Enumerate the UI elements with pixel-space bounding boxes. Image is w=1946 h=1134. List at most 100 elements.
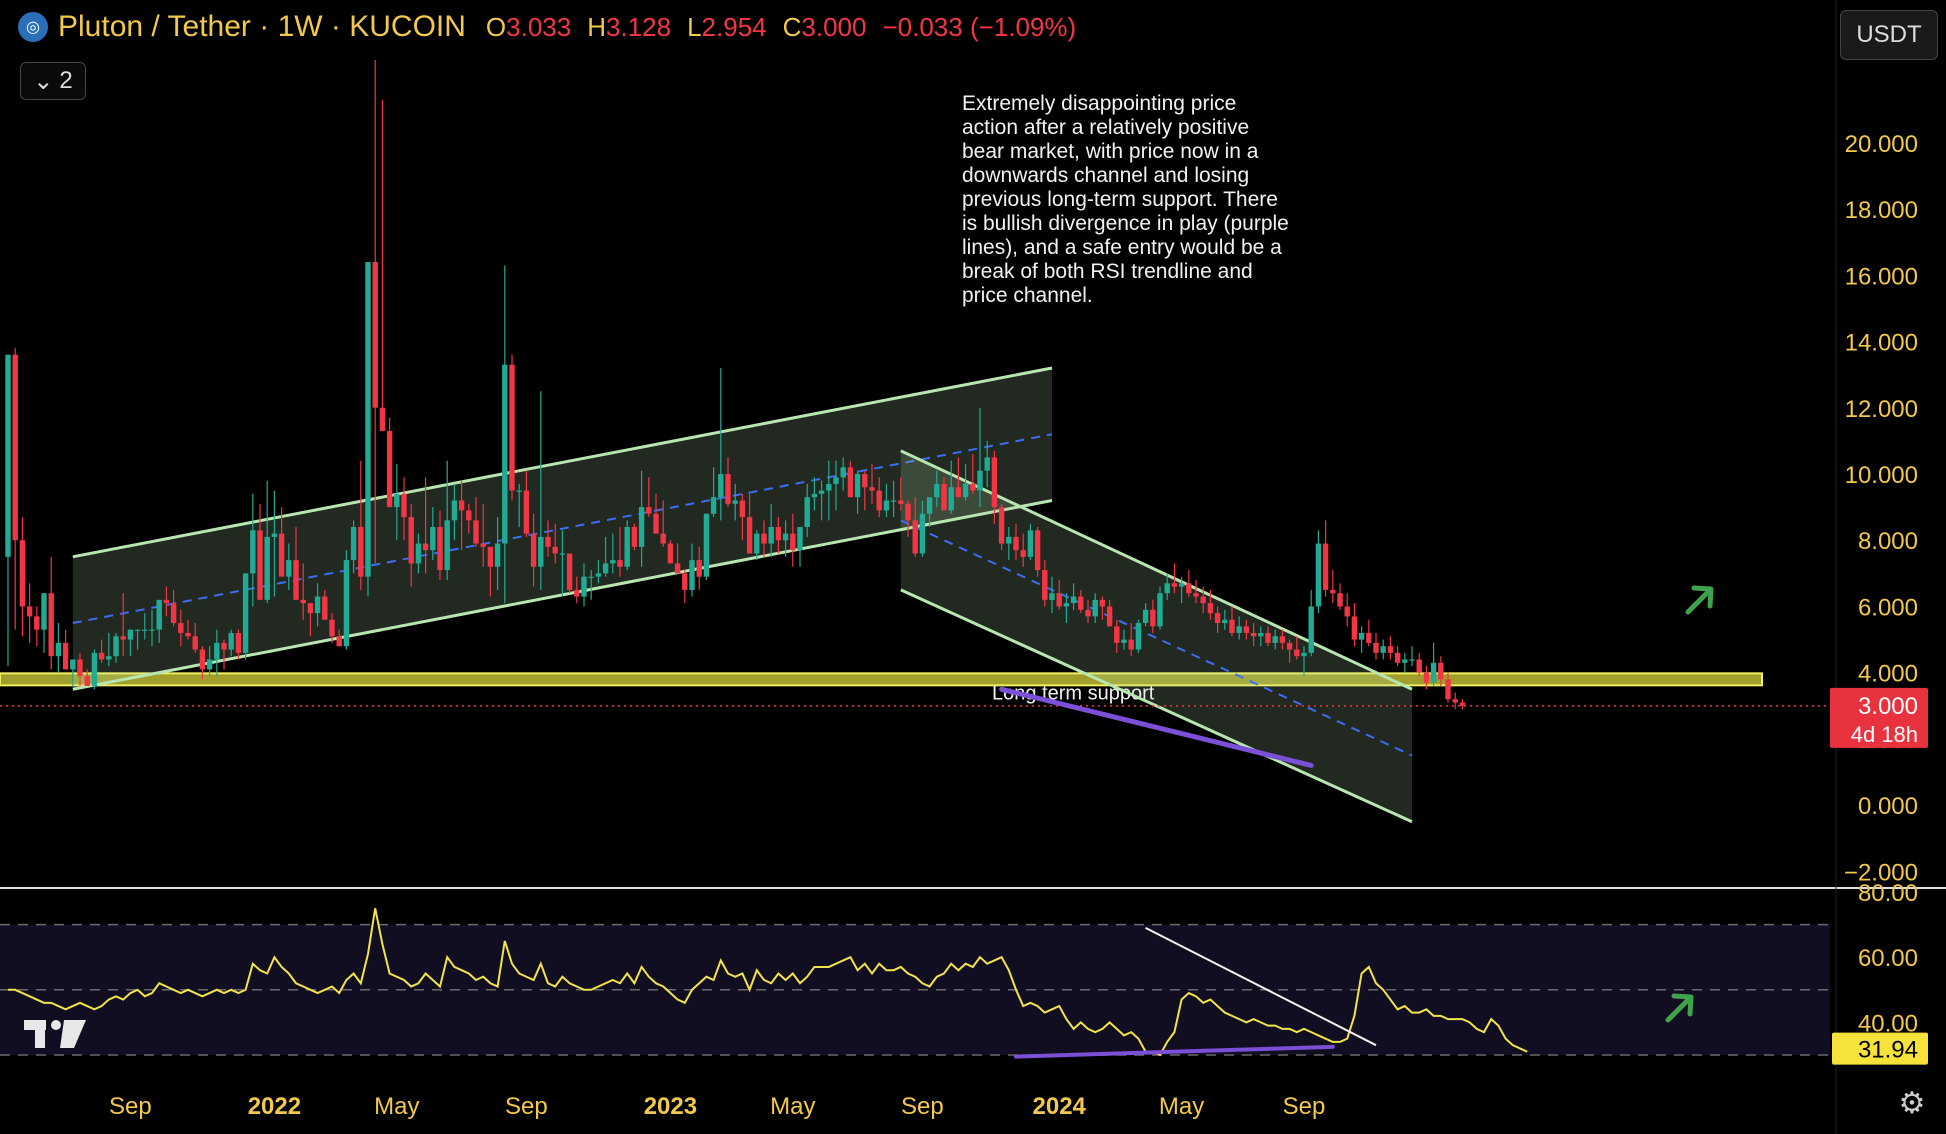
candle-body xyxy=(206,659,213,670)
candle-body xyxy=(955,487,962,498)
candle-body xyxy=(502,364,508,544)
last-price-value: 3.000 xyxy=(1858,693,1918,720)
candle-body xyxy=(1150,609,1156,627)
price-tick-label: 16.000 xyxy=(1845,263,1918,290)
candle-body xyxy=(77,659,83,677)
candle-body xyxy=(552,546,558,554)
candle-body xyxy=(1366,632,1372,643)
symbol-header: ◎ Pluton / Tether · 1W · KUCOIN O3.033 H… xyxy=(18,10,1076,44)
candle-body xyxy=(466,510,472,521)
candle-body xyxy=(343,560,350,647)
candle-body xyxy=(746,517,753,554)
candle-body xyxy=(1308,606,1314,653)
candle-body xyxy=(1222,619,1228,624)
candle-body xyxy=(1294,649,1300,657)
candle-body xyxy=(595,573,602,577)
candle-body xyxy=(977,470,983,491)
candle-body xyxy=(199,649,206,670)
candle-body xyxy=(1142,609,1149,624)
candle-body xyxy=(797,526,803,551)
candle-body xyxy=(286,560,292,577)
candle-body xyxy=(358,526,364,577)
candle-body xyxy=(638,507,645,547)
candle-body xyxy=(696,560,702,577)
candle-body xyxy=(242,573,249,653)
candle-body xyxy=(235,632,242,653)
candle-body xyxy=(926,497,933,514)
candle-body xyxy=(818,490,825,494)
candle-body xyxy=(1272,636,1278,643)
candle-body xyxy=(1085,609,1091,617)
candle-body xyxy=(883,500,890,511)
last-price-countdown: 4d 18h xyxy=(1851,722,1918,747)
candle-body xyxy=(41,593,47,630)
candle-body xyxy=(574,589,580,597)
candle-body xyxy=(178,623,184,633)
candle-body xyxy=(689,560,695,590)
candle-body xyxy=(120,636,126,640)
candle-body xyxy=(998,507,1005,544)
candle-body xyxy=(1402,659,1408,663)
x-tick-label: May xyxy=(770,1093,815,1120)
candle-body xyxy=(257,530,263,600)
candle-body xyxy=(473,520,479,544)
candle-body xyxy=(1164,583,1170,594)
candle-body xyxy=(991,457,998,508)
candle-body xyxy=(1243,626,1250,633)
candle-body xyxy=(1034,530,1041,571)
candle-body xyxy=(106,656,112,660)
candle-body xyxy=(588,576,594,578)
candle-body xyxy=(1171,583,1178,587)
open-value: O3.033 xyxy=(485,11,572,42)
high-value: H3.128 xyxy=(587,11,672,42)
candle-body xyxy=(1438,662,1444,680)
candle-body xyxy=(674,563,681,574)
candle-body xyxy=(1106,606,1113,627)
candle-body xyxy=(898,500,904,504)
candle-body xyxy=(142,629,148,631)
candle-body xyxy=(458,500,465,511)
price-tick-label: 6.000 xyxy=(1858,594,1918,621)
candle-body xyxy=(185,632,191,637)
candle-body xyxy=(415,543,422,564)
candle-body xyxy=(98,652,105,660)
candle-body xyxy=(1286,642,1293,650)
candle-body xyxy=(401,493,407,518)
candle-body xyxy=(1157,593,1163,627)
candle-body xyxy=(156,599,162,630)
candle-body xyxy=(278,533,285,577)
candle-body xyxy=(372,262,378,408)
candle-body xyxy=(970,483,976,491)
candle-body xyxy=(1042,570,1048,600)
x-tick-label: 2024 xyxy=(1033,1093,1087,1120)
settings-gear-icon[interactable]: ⚙ xyxy=(1896,1088,1928,1120)
indicator-count: 2 xyxy=(59,67,73,94)
candle-body xyxy=(26,606,33,617)
candle-body xyxy=(775,526,782,541)
currency-button[interactable]: USDT xyxy=(1840,10,1938,60)
candle-body xyxy=(1301,652,1307,657)
candle-body xyxy=(293,560,299,600)
candle-body xyxy=(1020,550,1026,557)
candle-body xyxy=(653,513,659,534)
candle-body xyxy=(509,364,515,491)
indicator-legend-toggle[interactable]: ⌄ 2 xyxy=(20,62,86,100)
candle-body xyxy=(329,619,335,637)
candle-body xyxy=(754,533,760,554)
candle-body xyxy=(1279,636,1286,643)
candle-body xyxy=(732,500,738,504)
candle-body xyxy=(1013,536,1019,551)
candle-body xyxy=(1092,599,1098,617)
candle-body xyxy=(1315,543,1322,607)
candle-body xyxy=(34,616,40,630)
symbol-title[interactable]: Pluton / Tether · 1W · KUCOIN xyxy=(58,10,466,44)
candle-body xyxy=(1027,530,1034,557)
price-tick-label: 14.000 xyxy=(1845,330,1918,357)
candle-body xyxy=(1330,589,1336,594)
candle-body xyxy=(854,474,861,498)
candle-body xyxy=(523,490,530,534)
candle-body xyxy=(1236,626,1242,633)
price-tick-label: 12.000 xyxy=(1845,396,1918,423)
candle-body xyxy=(163,599,170,604)
candle-body xyxy=(559,553,566,555)
